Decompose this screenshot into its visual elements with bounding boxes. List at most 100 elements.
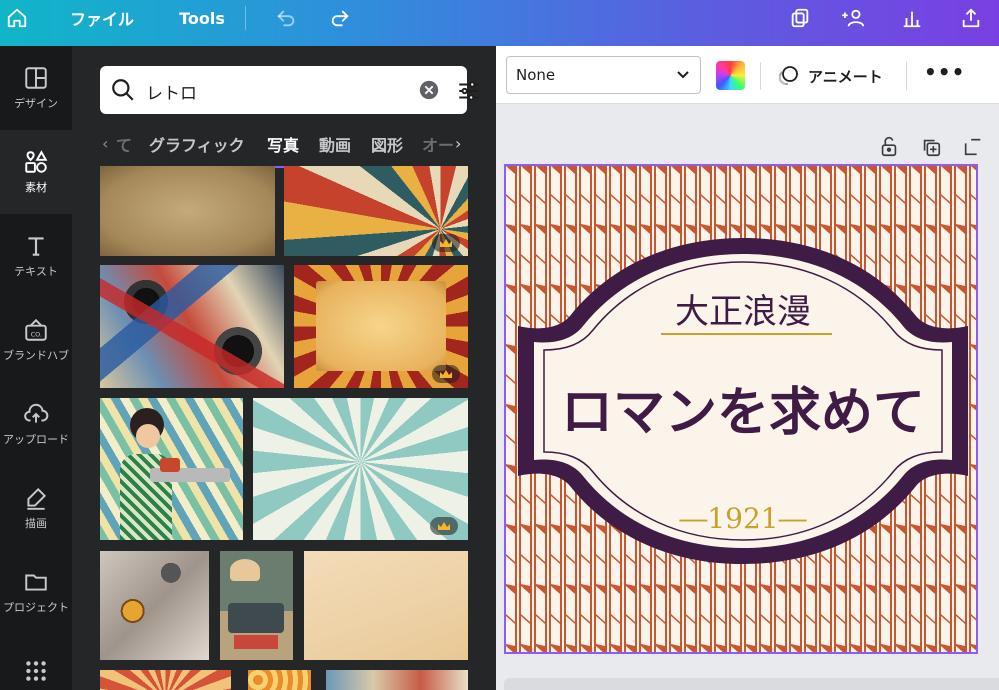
upload-icon bbox=[962, 8, 980, 28]
pages-button[interactable] bbox=[784, 0, 816, 36]
tabs-next-icon[interactable]: › bbox=[455, 134, 461, 153]
clear-search-icon[interactable] bbox=[418, 79, 440, 101]
menu-file[interactable]: ファイル bbox=[62, 0, 142, 36]
premium-badge bbox=[432, 365, 460, 383]
svg-text:CO.: CO. bbox=[31, 331, 42, 339]
animation-select-value: None bbox=[516, 66, 556, 84]
tab-graphics[interactable]: グラフィック bbox=[149, 132, 245, 156]
design-headline[interactable]: ロマンを求めて bbox=[561, 382, 925, 443]
premium-badge bbox=[432, 234, 460, 252]
crown-icon bbox=[440, 370, 452, 378]
rail-label: 素材 bbox=[25, 181, 47, 194]
rail-label: デザイン bbox=[14, 97, 58, 110]
topbar-divider bbox=[245, 6, 246, 30]
photo-thumb-blank-paper[interactable] bbox=[304, 551, 468, 660]
photo-thumb-paper-frame[interactable] bbox=[294, 265, 468, 388]
rail-item-brand-hub[interactable]: CO. ブランドハブ bbox=[0, 298, 72, 382]
design-canvas[interactable]: 大正浪漫 ロマンを求めて ―1921― bbox=[504, 164, 978, 654]
rail-label: ブランドハブ bbox=[3, 349, 69, 362]
tabs-prev-icon[interactable]: ‹ bbox=[102, 134, 108, 153]
animation-select[interactable]: None bbox=[506, 56, 701, 94]
filter-icon[interactable] bbox=[456, 78, 482, 104]
category-tabs: ‹ て グラフィック 写真 動画 図形 オー › bbox=[72, 126, 496, 168]
rail-label: アップロード bbox=[3, 433, 69, 446]
rail-item-draw[interactable]: 描画 bbox=[0, 466, 72, 550]
design-artwork: 大正浪漫 ロマンを求めて ―1921― bbox=[506, 166, 976, 652]
undo-icon bbox=[277, 10, 295, 27]
home-button[interactable] bbox=[2, 0, 32, 36]
folder-icon bbox=[25, 574, 47, 591]
more-options-icon[interactable]: ••• bbox=[924, 60, 965, 84]
photo-thumb-retro-woman[interactable] bbox=[100, 398, 243, 540]
brand-icon: CO. bbox=[25, 318, 47, 341]
menu-tools[interactable]: Tools bbox=[172, 0, 232, 36]
color-picker-swatch[interactable] bbox=[716, 61, 745, 90]
elements-icon bbox=[25, 150, 48, 173]
photo-thumb-swirl[interactable] bbox=[253, 398, 468, 540]
search-input[interactable]: レトロ bbox=[146, 79, 197, 104]
add-page-button[interactable] bbox=[962, 136, 984, 162]
duplicate-icon bbox=[923, 139, 941, 157]
rail-item-projects[interactable]: プロジェクト bbox=[0, 550, 72, 634]
insights-button[interactable] bbox=[896, 0, 928, 36]
tab-videos[interactable]: 動画 bbox=[319, 132, 351, 156]
draw-icon bbox=[27, 487, 47, 510]
photo-thumb-typewriter[interactable] bbox=[220, 551, 293, 660]
text-icon bbox=[28, 237, 44, 256]
animate-button[interactable]: アニメート bbox=[776, 62, 883, 90]
tab-photos[interactable]: 写真 bbox=[267, 132, 299, 156]
rail-item-uploads[interactable]: アップロード bbox=[0, 382, 72, 466]
share-users-icon bbox=[842, 9, 865, 27]
photo-thumb-vinyl-records[interactable] bbox=[100, 265, 284, 388]
redo-button[interactable] bbox=[324, 0, 356, 36]
photo-thumb-sunflower-desk[interactable] bbox=[100, 551, 209, 660]
premium-badge bbox=[430, 517, 458, 535]
rail-item-elements[interactable]: 素材 bbox=[0, 130, 72, 214]
add-page-icon bbox=[964, 138, 981, 156]
lock-icon bbox=[881, 136, 897, 157]
redo-icon bbox=[331, 10, 349, 27]
rail-item-apps[interactable] bbox=[0, 634, 72, 690]
photo-grid bbox=[72, 166, 496, 690]
photo-thumb-rays[interactable] bbox=[100, 670, 231, 690]
upload-cloud-icon bbox=[24, 403, 49, 423]
crown-icon bbox=[440, 239, 452, 247]
chart-icon bbox=[903, 11, 921, 28]
photo-thumb-paper-texture[interactable] bbox=[100, 166, 275, 256]
layout-icon bbox=[25, 67, 47, 89]
tab-shapes[interactable]: 図形 bbox=[371, 132, 403, 156]
animate-label: アニメート bbox=[808, 67, 883, 86]
photo-thumb-pattern[interactable] bbox=[248, 670, 311, 690]
tab-partial-prev[interactable]: て bbox=[116, 132, 132, 156]
duplicate-page-button[interactable] bbox=[920, 136, 942, 162]
photo-thumb-sunburst[interactable] bbox=[284, 166, 468, 256]
rail-item-design[interactable]: デザイン bbox=[0, 46, 72, 130]
tab-audio[interactable]: オー bbox=[422, 132, 454, 156]
undo-button[interactable] bbox=[270, 0, 302, 36]
design-subtitle[interactable]: 大正浪漫 bbox=[675, 292, 811, 332]
toolbar-divider bbox=[906, 62, 907, 90]
design-year[interactable]: ―1921― bbox=[679, 502, 806, 535]
share-users-button[interactable] bbox=[838, 0, 872, 36]
editor-area: None アニメート ••• 大正浪漫 ロマンを求めて ―1921― bbox=[496, 46, 999, 690]
lock-button[interactable] bbox=[878, 136, 900, 162]
animate-icon bbox=[778, 66, 798, 85]
search-box[interactable]: レトロ bbox=[100, 66, 479, 114]
elements-panel: レトロ ‹ て グラフィック 写真 動画 図形 オー › bbox=[72, 46, 496, 690]
context-toolbar: None アニメート ••• bbox=[496, 46, 999, 104]
rail-item-text[interactable]: テキスト bbox=[0, 214, 72, 298]
top-bar: ファイル Tools bbox=[0, 0, 999, 46]
crown-icon bbox=[438, 522, 450, 530]
rail-label: テキスト bbox=[14, 265, 58, 278]
chevron-down-icon bbox=[677, 71, 689, 79]
search-icon bbox=[112, 79, 134, 101]
apps-grid-icon bbox=[26, 661, 46, 681]
photo-thumb-posters[interactable] bbox=[326, 670, 468, 690]
toolbar-divider bbox=[760, 62, 761, 90]
left-rail: デザイン 素材 テキスト CO. ブランドハブ アップロード 描画 プロジェクト bbox=[0, 46, 72, 690]
rail-label: 描画 bbox=[25, 517, 47, 530]
rail-label: プロジェクト bbox=[3, 601, 69, 614]
export-button[interactable] bbox=[954, 0, 988, 36]
copy-pages-icon bbox=[791, 8, 809, 28]
next-page-preview bbox=[504, 678, 999, 690]
